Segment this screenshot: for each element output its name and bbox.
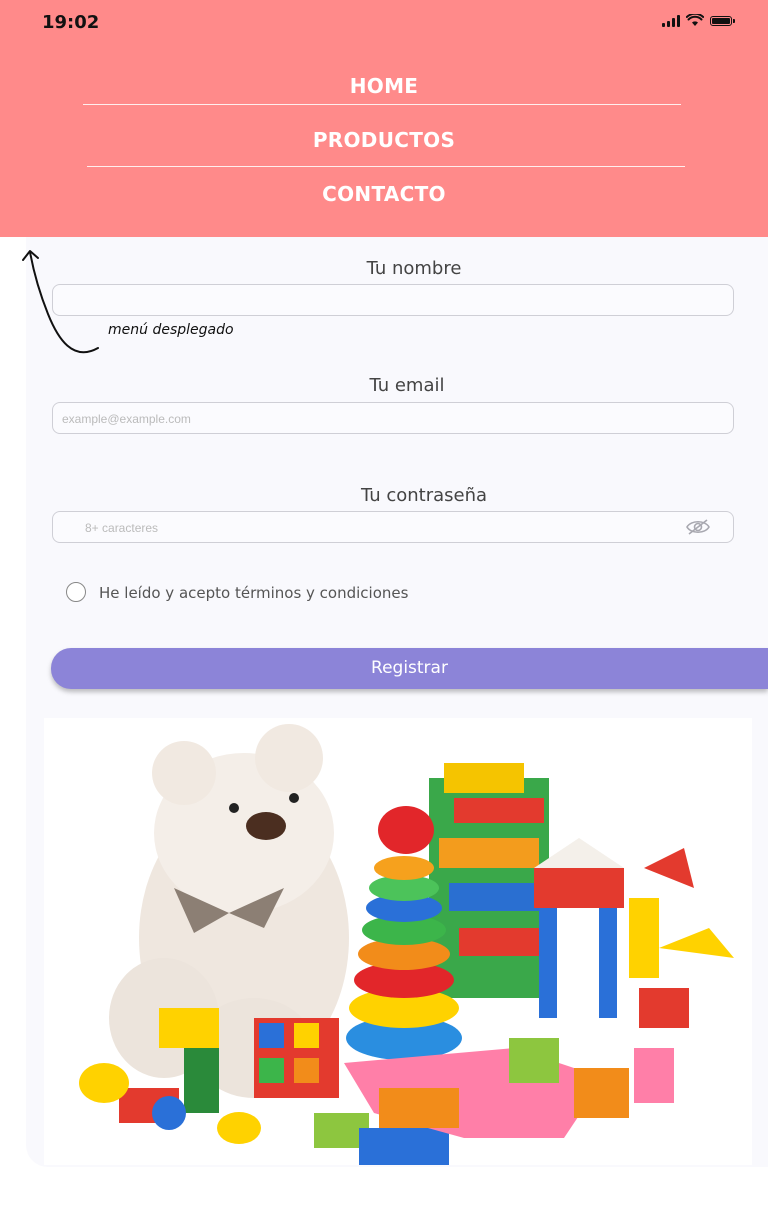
nav-divider: [83, 104, 681, 105]
battery-icon: [710, 15, 735, 26]
terms-checkbox[interactable]: [66, 582, 86, 602]
password-input[interactable]: 8+ caracteres: [52, 511, 734, 543]
password-label: Tu contraseña: [360, 485, 488, 506]
toys-image: [44, 718, 752, 1165]
name-input[interactable]: [52, 284, 734, 316]
lego-tower: [429, 763, 549, 998]
password-placeholder: 8+ caracteres: [85, 521, 159, 535]
arrow-icon: [22, 250, 99, 354]
nav-item-contacto[interactable]: CONTACTO: [0, 182, 768, 206]
header: 19:02 HOME PRODUCTOS CONTACTO: [0, 0, 768, 237]
nav-item-home[interactable]: HOME: [0, 74, 768, 98]
email-placeholder: example@example.com: [62, 412, 191, 426]
status-icons: [662, 14, 735, 27]
status-time: 19:02: [42, 12, 100, 33]
terms-label: He leído y acepto términos y condiciones: [99, 584, 409, 602]
annotation-text: menú desplegado: [108, 322, 234, 338]
wifi-icon: [686, 14, 704, 26]
signal-icon: [662, 14, 680, 27]
register-button[interactable]: Registrar: [51, 648, 768, 689]
eye-off-icon[interactable]: [685, 518, 711, 536]
email-input[interactable]: example@example.com: [52, 402, 734, 434]
nav-item-productos[interactable]: PRODUCTOS: [0, 128, 768, 152]
email-label: Tu email: [369, 375, 445, 396]
nav-divider: [87, 166, 685, 167]
name-label: Tu nombre: [366, 258, 462, 279]
